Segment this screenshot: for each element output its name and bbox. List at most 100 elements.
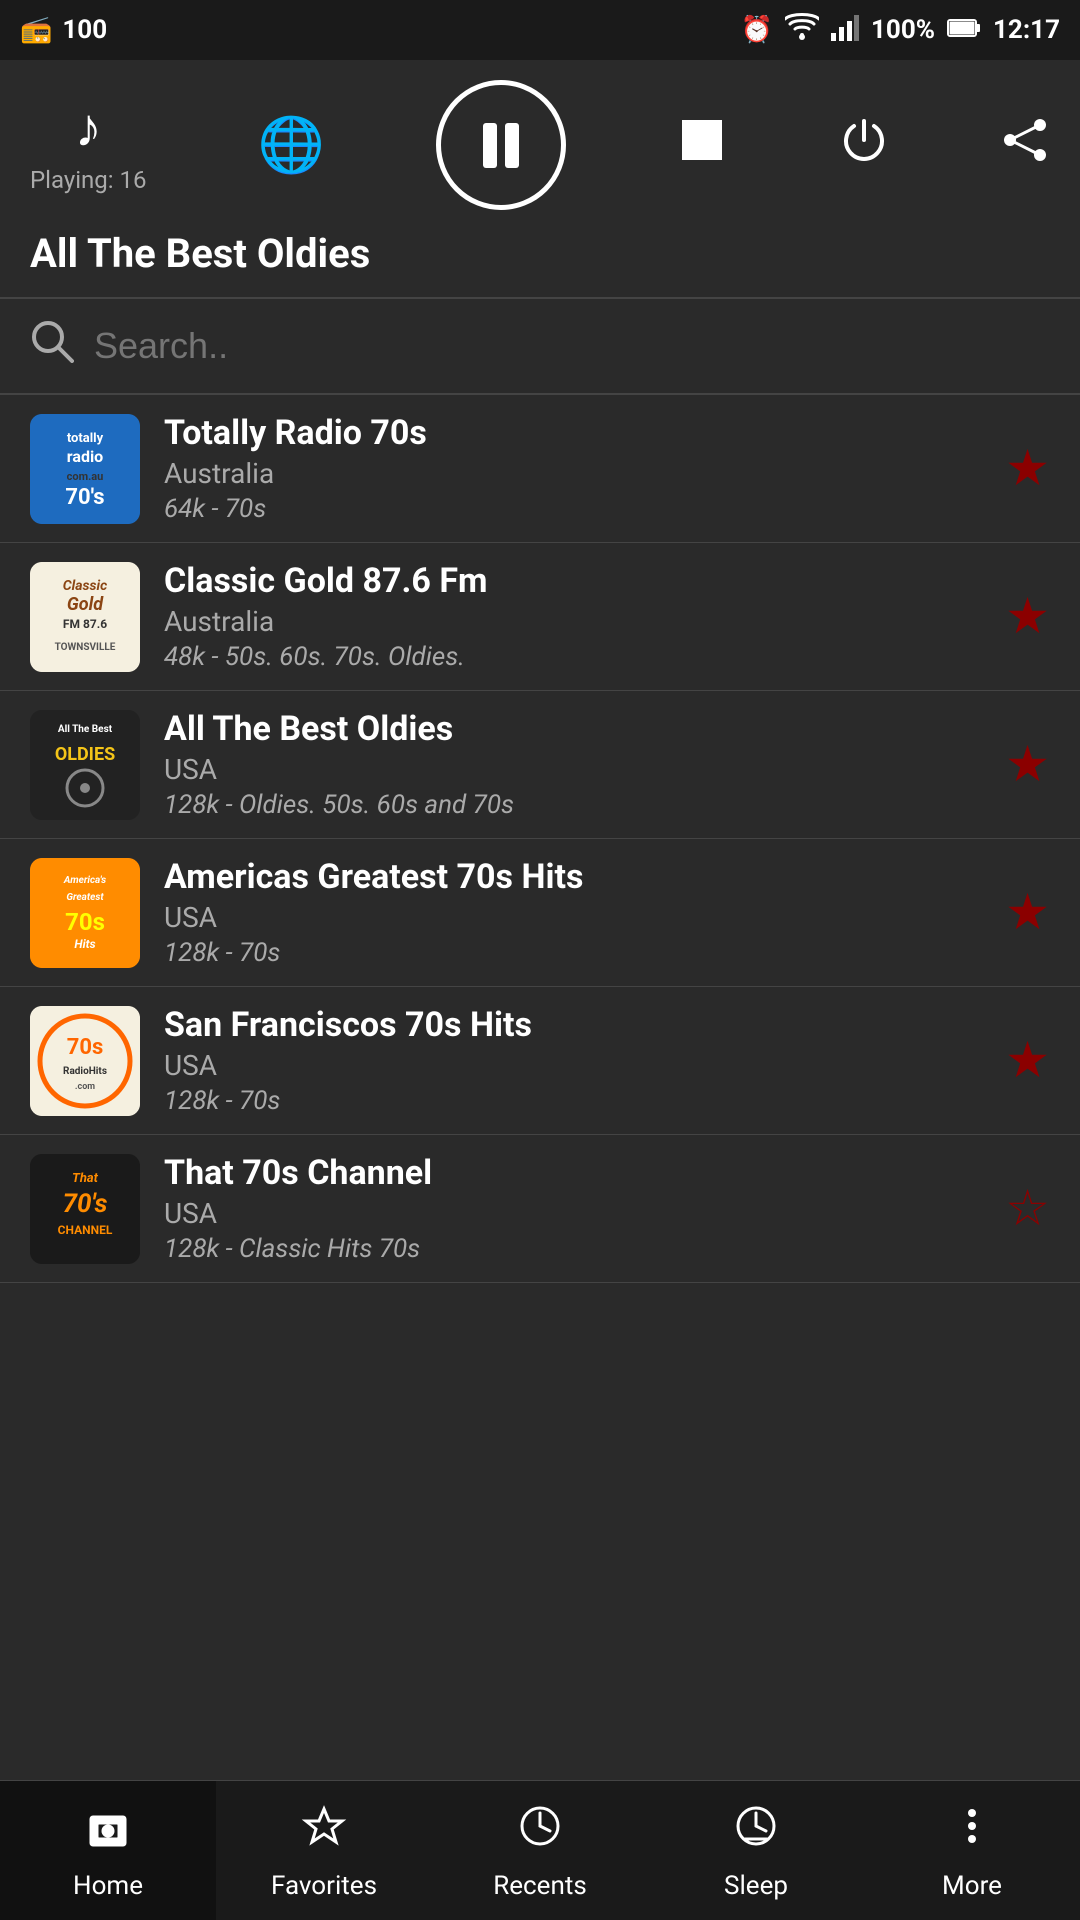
station-name: Totally Radio 70s <box>164 413 981 453</box>
station-item[interactable]: All The Best OLDIES All The Best Oldies … <box>0 691 1080 839</box>
svg-text:That: That <box>72 1171 99 1186</box>
more-nav-label: More <box>942 1871 1002 1901</box>
station-logo: 70s RadioHits .com <box>30 1006 140 1116</box>
wifi-icon <box>785 13 819 48</box>
svg-text:70s: 70s <box>65 908 105 936</box>
station-info: Classic Gold 87.6 Fm Australia 48k - 50s… <box>164 561 981 672</box>
svg-text:CHANNEL: CHANNEL <box>58 1223 113 1237</box>
search-bar <box>0 299 1080 395</box>
svg-text:Gold: Gold <box>67 594 104 615</box>
nav-item-more[interactable]: More <box>864 1801 1080 1901</box>
status-left: 📻 100 <box>20 15 107 45</box>
station-item[interactable]: Classic Gold FM 87.6 TOWNSVILLE Classic … <box>0 543 1080 691</box>
nav-item-recents[interactable]: Recents <box>432 1801 648 1901</box>
station-item[interactable]: That 70's CHANNEL That 70s Channel USA 1… <box>0 1135 1080 1283</box>
favorite-star[interactable]: ★ <box>1005 587 1050 646</box>
recents-nav-icon <box>515 1801 565 1863</box>
main-content: ♪ Playing: 16 🌐 <box>0 60 1080 1780</box>
clock-time: 12:17 <box>993 15 1060 45</box>
favorite-star[interactable]: ★ <box>1005 1031 1050 1090</box>
station-country: Australia <box>164 605 981 638</box>
station-info: That 70s Channel USA 128k - Classic Hits… <box>164 1153 981 1264</box>
status-right: ⏰ 100% 12:17 <box>741 13 1060 48</box>
station-bitrate: 64k - 70s <box>164 494 981 524</box>
favorite-star[interactable]: ☆ <box>1005 1179 1050 1238</box>
playing-text: Playing: 16 <box>30 166 147 194</box>
station-country: USA <box>164 1197 981 1230</box>
svg-text:TOWNSVILLE: TOWNSVILLE <box>55 642 116 653</box>
station-name: That 70s Channel <box>164 1153 981 1193</box>
favorites-nav-label: Favorites <box>271 1871 377 1901</box>
signal-bars-icon <box>831 13 859 48</box>
favorites-nav-icon <box>299 1801 349 1863</box>
station-logo: That 70's CHANNEL <box>30 1154 140 1264</box>
station-country: USA <box>164 1049 981 1082</box>
now-playing-title: All The Best Oldies <box>0 220 1080 297</box>
home-nav-label: Home <box>73 1871 143 1901</box>
station-list: totally radio com.au 70's Totally Radio … <box>0 395 1080 1780</box>
favorite-star[interactable]: ★ <box>1005 883 1050 942</box>
station-logo: America's Greatest 70s Hits <box>30 858 140 968</box>
stop-button[interactable] <box>677 115 727 176</box>
station-bitrate: 128k - Oldies. 50s. 60s and 70s <box>164 790 981 820</box>
pause-bar-right <box>505 123 519 168</box>
station-name: Americas Greatest 70s Hits <box>164 857 981 897</box>
station-country: USA <box>164 753 981 786</box>
svg-text:.com: .com <box>75 1082 95 1092</box>
station-bitrate: 128k - 70s <box>164 938 981 968</box>
pause-icon <box>483 123 519 168</box>
station-logo: totally radio com.au 70's <box>30 414 140 524</box>
alarm-icon: ⏰ <box>741 15 773 45</box>
station-item[interactable]: America's Greatest 70s Hits Americas Gre… <box>0 839 1080 987</box>
search-icon <box>30 319 74 373</box>
station-info: Totally Radio 70s Australia 64k - 70s <box>164 413 981 524</box>
station-country: Australia <box>164 457 981 490</box>
favorite-star[interactable]: ★ <box>1005 439 1050 498</box>
station-item[interactable]: 70s RadioHits .com San Franciscos 70s Hi… <box>0 987 1080 1135</box>
nav-item-home[interactable]: Home <box>0 1781 216 1920</box>
current-station-title: All The Best Oldies <box>30 230 1050 277</box>
station-country: USA <box>164 901 981 934</box>
station-name: San Franciscos 70s Hits <box>164 1005 981 1045</box>
station-bitrate: 48k - 50s. 60s. 70s. Oldies. <box>164 642 981 672</box>
station-item[interactable]: totally radio com.au 70's Totally Radio … <box>0 395 1080 543</box>
app-icon: 📻 <box>20 15 52 45</box>
station-bitrate: 128k - 70s <box>164 1086 981 1116</box>
svg-text:All The Best: All The Best <box>58 724 113 735</box>
svg-text:Hits: Hits <box>74 937 95 951</box>
station-name: All The Best Oldies <box>164 709 981 749</box>
svg-text:70's: 70's <box>63 1189 108 1219</box>
bottom-nav: Home Favorites Recents Slee <box>0 1780 1080 1920</box>
station-info: Americas Greatest 70s Hits USA 128k - 70… <box>164 857 981 968</box>
sleep-nav-icon <box>731 1801 781 1863</box>
nav-item-favorites[interactable]: Favorites <box>216 1801 432 1901</box>
svg-text:America's: America's <box>63 875 106 886</box>
music-icon[interactable]: ♪ <box>75 97 102 160</box>
svg-text:70s: 70s <box>67 1035 104 1060</box>
home-nav-icon <box>83 1801 133 1863</box>
status-bar: 📻 100 ⏰ 100% <box>0 0 1080 60</box>
globe-icon[interactable]: 🌐 <box>258 114 325 177</box>
power-button[interactable] <box>839 115 889 176</box>
nav-item-sleep[interactable]: Sleep <box>648 1801 864 1901</box>
recents-nav-label: Recents <box>493 1871 587 1901</box>
battery-percent: 100% <box>871 15 935 45</box>
battery-icon <box>947 15 981 45</box>
pause-button[interactable] <box>436 80 566 210</box>
player-left: ♪ Playing: 16 <box>30 97 147 194</box>
svg-text:com.au: com.au <box>67 470 104 483</box>
pause-bar-left <box>483 123 497 168</box>
station-name: Classic Gold 87.6 Fm <box>164 561 981 601</box>
favorite-star[interactable]: ★ <box>1005 735 1050 794</box>
svg-text:Classic: Classic <box>63 578 107 594</box>
svg-text:FM 87.6: FM 87.6 <box>63 617 107 631</box>
more-nav-icon <box>947 1801 997 1863</box>
sleep-nav-label: Sleep <box>724 1871 788 1901</box>
svg-text:OLDIES: OLDIES <box>55 744 115 765</box>
search-input[interactable] <box>94 325 1050 367</box>
station-info: San Franciscos 70s Hits USA 128k - 70s <box>164 1005 981 1116</box>
share-button[interactable] <box>1000 115 1050 176</box>
station-info: All The Best Oldies USA 128k - Oldies. 5… <box>164 709 981 820</box>
svg-text:70's: 70's <box>65 485 104 510</box>
player-header: ♪ Playing: 16 🌐 <box>0 60 1080 220</box>
